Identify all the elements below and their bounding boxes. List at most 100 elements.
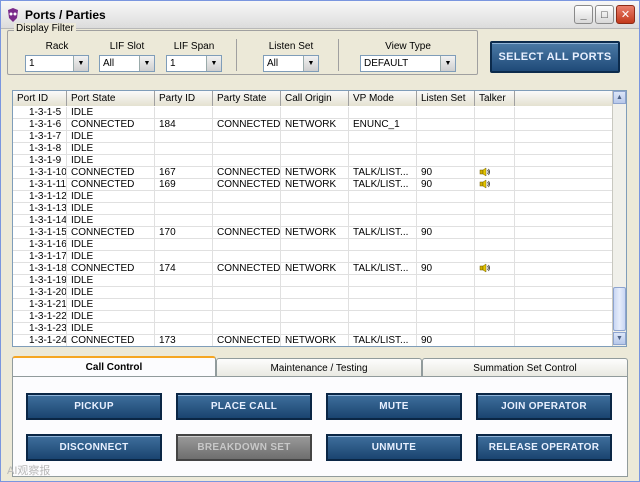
release-operator-button[interactable]: RELEASE OPERATOR: [476, 434, 612, 461]
cell-vp-mode: [349, 107, 417, 119]
display-filter-legend: Display Filter: [14, 23, 76, 34]
table-row[interactable]: 1-3-1-5 IDLE: [13, 107, 613, 119]
cell-port-id: 1-3-1-17: [13, 251, 67, 263]
view-type-field: View Type DEFAULT ▼: [360, 41, 456, 72]
cell-vp-mode: ENUNC_1: [349, 119, 417, 131]
table-row[interactable]: 1-3-1-21 IDLE: [13, 299, 613, 311]
select-all-ports-button[interactable]: SELECT ALL PORTS: [490, 41, 620, 73]
table-row[interactable]: 1-3-1-16 IDLE: [13, 239, 613, 251]
view-type-select[interactable]: DEFAULT ▼: [360, 55, 456, 72]
cell-vp-mode: TALK/LIST...: [349, 167, 417, 179]
chevron-down-icon[interactable]: ▼: [139, 56, 154, 71]
table-row[interactable]: 1-3-1-18 CONNECTED 174 CONNECTED NETWORK TALK…: [13, 263, 613, 275]
table-row[interactable]: 1-3-1-22 IDLE: [13, 311, 613, 323]
column-header-call-origin[interactable]: Call Origin: [281, 91, 349, 106]
maximize-button[interactable]: □: [595, 5, 614, 24]
cell-listen-set: [417, 275, 475, 287]
cell-port-state: IDLE: [67, 143, 155, 155]
cell-listen-set: [417, 131, 475, 143]
cell-listen-set: 90: [417, 167, 475, 179]
cell-vp-mode: [349, 143, 417, 155]
cell-filler: [515, 323, 613, 335]
rack-select[interactable]: 1 ▼: [25, 55, 89, 72]
tab-maintenance-testing[interactable]: Maintenance / Testing: [216, 358, 422, 377]
cell-vp-mode: [349, 215, 417, 227]
cell-filler: [515, 155, 613, 167]
table-row[interactable]: 1-3-1-20 IDLE: [13, 287, 613, 299]
maximize-icon: □: [601, 8, 608, 21]
lif-span-select[interactable]: 1 ▼: [166, 55, 222, 72]
cell-call-origin: [281, 191, 349, 203]
column-header-vp-mode[interactable]: VP Mode: [349, 91, 417, 106]
cell-port-state: CONNECTED: [67, 335, 155, 346]
disconnect-button[interactable]: DISCONNECT: [26, 434, 162, 461]
chevron-down-icon[interactable]: ▼: [73, 56, 88, 71]
table-row[interactable]: 1-3-1-12 IDLE: [13, 191, 613, 203]
pickup-button[interactable]: PICKUP: [26, 393, 162, 420]
tab-summation-set-control[interactable]: Summation Set Control: [422, 358, 628, 377]
scroll-down-button[interactable]: ▼: [613, 332, 626, 345]
cell-vp-mode: [349, 299, 417, 311]
cell-party-state: [213, 299, 281, 311]
table-row[interactable]: 1-3-1-6 CONNECTED 184 CONNECTED NETWORK ENUNC…: [13, 119, 613, 131]
cell-listen-set: [417, 143, 475, 155]
cell-party-state: [213, 155, 281, 167]
column-header-party-state[interactable]: Party State: [213, 91, 281, 106]
cell-party-state: [213, 287, 281, 299]
cell-call-origin: [281, 155, 349, 167]
table-row[interactable]: 1-3-1-11 CONNECTED 169 CONNECTED NETWORK TALK…: [13, 179, 613, 191]
column-header-party-id[interactable]: Party ID: [155, 91, 213, 106]
chevron-down-icon[interactable]: ▼: [206, 56, 221, 71]
column-header-port-id[interactable]: Port ID: [13, 91, 67, 106]
cell-vp-mode: [349, 287, 417, 299]
cell-party-state: CONNECTED: [213, 335, 281, 346]
cell-vp-mode: TALK/LIST...: [349, 263, 417, 275]
column-header-talker[interactable]: Talker: [475, 91, 515, 106]
unmute-button[interactable]: UNMUTE: [326, 434, 462, 461]
cell-vp-mode: [349, 251, 417, 263]
speaker-icon: [479, 167, 491, 177]
table-row[interactable]: 1-3-1-8 IDLE: [13, 143, 613, 155]
table-row[interactable]: 1-3-1-10 CONNECTED 167 CONNECTED NETWORK TALK…: [13, 167, 613, 179]
table-row[interactable]: 1-3-1-24 CONNECTED 173 CONNECTED NETWORK TALK…: [13, 335, 613, 346]
scroll-up-button[interactable]: ▲: [613, 91, 626, 104]
cell-listen-set: [417, 311, 475, 323]
vertical-scrollbar[interactable]: ▲ ▼: [612, 91, 626, 346]
lif-span-field: LIF Span 1 ▼: [166, 41, 222, 72]
cell-vp-mode: [349, 311, 417, 323]
chevron-down-icon[interactable]: ▼: [303, 56, 318, 71]
place-call-button[interactable]: PLACE CALL: [176, 393, 312, 420]
listen-set-value: All: [267, 58, 279, 69]
cell-filler: [515, 275, 613, 287]
minimize-button[interactable]: _: [574, 5, 593, 24]
table-row[interactable]: 1-3-1-15 CONNECTED 170 CONNECTED NETWORK TALK…: [13, 227, 613, 239]
cell-listen-set: [417, 215, 475, 227]
listen-set-select[interactable]: All ▼: [263, 55, 319, 72]
lif-slot-select[interactable]: All ▼: [99, 55, 155, 72]
cell-port-state: CONNECTED: [67, 227, 155, 239]
cell-listen-set: [417, 155, 475, 167]
cell-port-state: CONNECTED: [67, 179, 155, 191]
lif-slot-label: LIF Slot: [109, 41, 145, 52]
tab-call-control[interactable]: Call Control: [12, 356, 216, 377]
cell-call-origin: [281, 131, 349, 143]
join-operator-button[interactable]: JOIN OPERATOR: [476, 393, 612, 420]
column-header-port-state[interactable]: Port State: [67, 91, 155, 106]
table-row[interactable]: 1-3-1-13 IDLE: [13, 203, 613, 215]
chevron-down-icon[interactable]: ▼: [440, 56, 455, 71]
close-button[interactable]: ✕: [616, 5, 635, 24]
scroll-thumb[interactable]: [613, 287, 626, 331]
cell-party-id: [155, 107, 213, 119]
table-row[interactable]: 1-3-1-23 IDLE: [13, 323, 613, 335]
table-row[interactable]: 1-3-1-7 IDLE: [13, 131, 613, 143]
column-header-listen-set[interactable]: Listen Set: [417, 91, 475, 106]
cell-party-id: [155, 191, 213, 203]
mute-button[interactable]: MUTE: [326, 393, 462, 420]
table-row[interactable]: 1-3-1-19 IDLE: [13, 275, 613, 287]
table-row[interactable]: 1-3-1-17 IDLE: [13, 251, 613, 263]
cell-party-state: CONNECTED: [213, 179, 281, 191]
cell-party-state: [213, 311, 281, 323]
table-row[interactable]: 1-3-1-14 IDLE: [13, 215, 613, 227]
table-row[interactable]: 1-3-1-9 IDLE: [13, 155, 613, 167]
cell-listen-set: [417, 239, 475, 251]
